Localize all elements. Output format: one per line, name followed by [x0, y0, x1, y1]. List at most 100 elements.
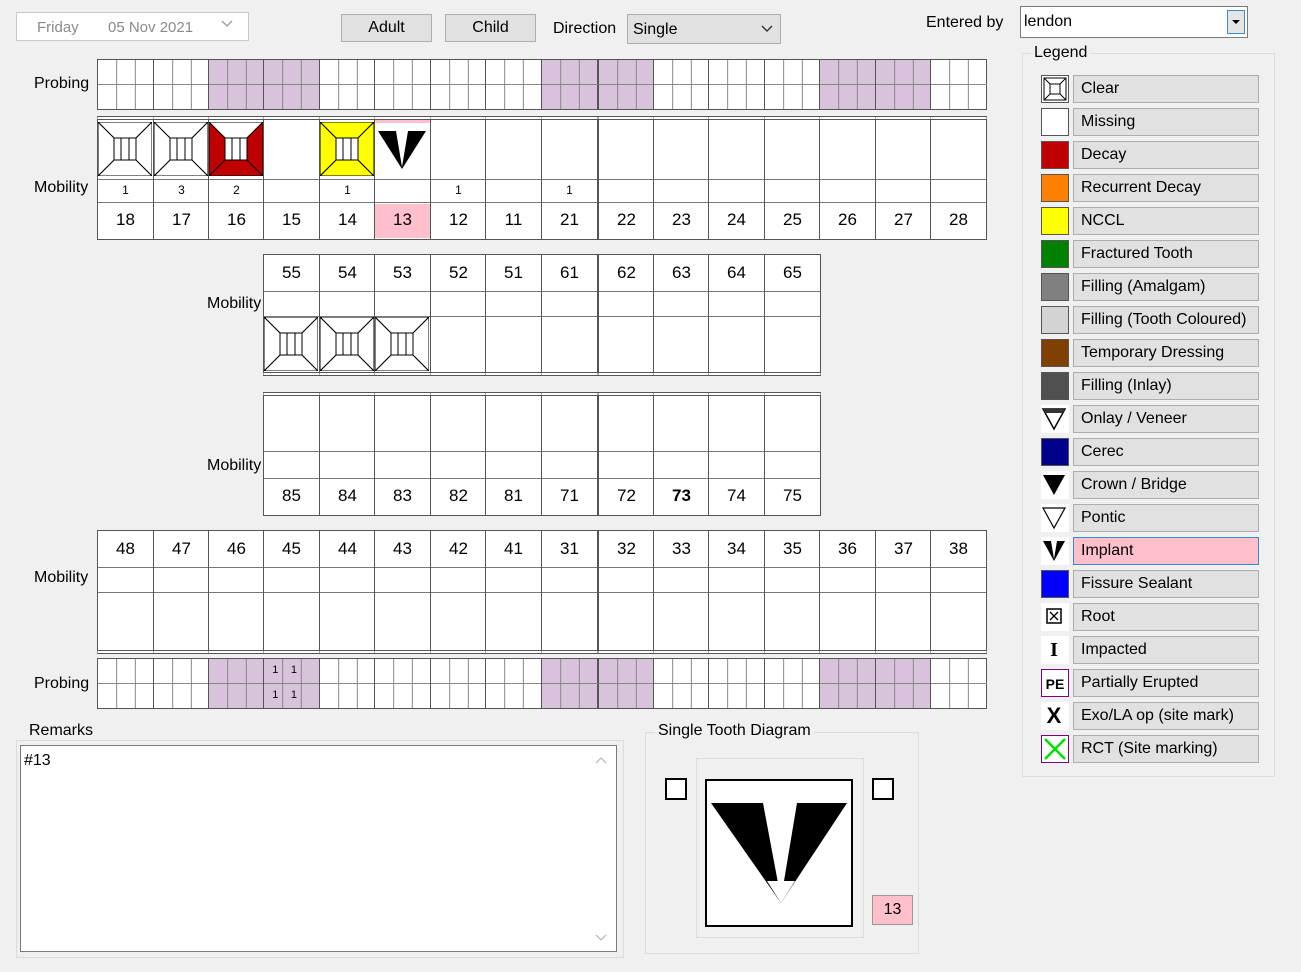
- probing-cell[interactable]: [430, 658, 487, 709]
- tooth-surface[interactable]: [709, 317, 764, 372]
- tooth-surface[interactable]: [820, 122, 875, 178]
- mobility-cell[interactable]: [599, 451, 654, 479]
- adult-button[interactable]: Adult: [341, 14, 432, 42]
- probing-cell[interactable]: [708, 658, 765, 709]
- mobility-cell[interactable]: 1: [320, 179, 375, 203]
- tooth-surface[interactable]: [599, 122, 654, 178]
- mobility-cell[interactable]: [154, 567, 209, 593]
- probing-cell[interactable]: [930, 658, 987, 709]
- mobility-cell[interactable]: [765, 451, 820, 479]
- probing-cell[interactable]: [97, 59, 154, 110]
- child-tooth-column[interactable]: 61: [541, 254, 598, 376]
- legend-button-decay[interactable]: Decay: [1073, 141, 1259, 169]
- mobility-cell[interactable]: [931, 179, 986, 203]
- probing-cell[interactable]: [97, 658, 154, 709]
- tooth-column[interactable]: 43: [374, 530, 431, 654]
- legend-button-fissure[interactable]: Fissure Sealant: [1073, 570, 1259, 598]
- tooth-column[interactable]: 1 18: [97, 116, 154, 240]
- tooth-column[interactable]: 47: [153, 530, 210, 654]
- probing-cell[interactable]: [208, 658, 265, 709]
- mobility-cell[interactable]: [486, 179, 541, 203]
- probing-cell[interactable]: [153, 658, 210, 709]
- tooth-column[interactable]: 42: [430, 530, 487, 654]
- tooth-surface[interactable]: [264, 317, 319, 372]
- legend-button-clear[interactable]: Clear: [1073, 75, 1259, 103]
- probing-cell[interactable]: [153, 59, 210, 110]
- tooth-column[interactable]: 44: [319, 530, 376, 654]
- date-picker[interactable]: Friday 05 Nov 2021: [16, 12, 249, 41]
- tooth-surface[interactable]: [320, 122, 375, 178]
- legend-button-missing[interactable]: Missing: [1073, 108, 1259, 136]
- tooth-surface[interactable]: [542, 317, 597, 372]
- tooth-surface[interactable]: [654, 122, 709, 178]
- legend-button-partially-erupted[interactable]: Partially Erupted: [1073, 669, 1259, 697]
- tooth-surface[interactable]: [654, 317, 709, 372]
- tooth-column[interactable]: 33: [653, 530, 710, 654]
- child-tooth-column[interactable]: 85: [263, 392, 320, 516]
- mobility-cell[interactable]: [709, 567, 764, 593]
- probing-cell[interactable]: [374, 658, 431, 709]
- legend-button-exo[interactable]: Exo/LA op (site mark): [1073, 702, 1259, 730]
- tooth-surface[interactable]: [264, 593, 319, 648]
- legend-button-implant[interactable]: Implant: [1073, 537, 1259, 565]
- tooth-column[interactable]: 28: [930, 116, 987, 240]
- mobility-cell[interactable]: [320, 567, 375, 593]
- child-tooth-column[interactable]: 63: [653, 254, 710, 376]
- mobility-cell[interactable]: [486, 567, 541, 593]
- tooth-surface[interactable]: [542, 593, 597, 648]
- tooth-surface[interactable]: [765, 317, 820, 372]
- probing-cell[interactable]: [485, 59, 542, 110]
- surface-left-checkbox[interactable]: [665, 778, 687, 800]
- direction-select[interactable]: Single: [627, 14, 781, 44]
- tooth-surface[interactable]: [765, 122, 820, 178]
- scroll-down-icon[interactable]: [594, 932, 608, 944]
- mobility-cell[interactable]: [209, 567, 264, 593]
- dropdown-button[interactable]: [1227, 10, 1245, 34]
- tooth-surface[interactable]: [931, 593, 986, 648]
- tooth-surface[interactable]: [375, 317, 430, 372]
- mobility-cell[interactable]: 1: [431, 179, 486, 203]
- tooth-surface[interactable]: [709, 122, 764, 178]
- legend-button-impacted[interactable]: Impacted: [1073, 636, 1259, 664]
- child-tooth-column[interactable]: 55: [263, 254, 320, 376]
- mobility-cell[interactable]: [375, 291, 430, 317]
- mobility-cell[interactable]: 1: [542, 179, 597, 203]
- mobility-cell[interactable]: 1: [98, 179, 153, 203]
- legend-button-temp-dressing[interactable]: Temporary Dressing: [1073, 339, 1259, 367]
- mobility-cell[interactable]: 2: [209, 179, 264, 203]
- mobility-cell[interactable]: [654, 567, 709, 593]
- probing-cell[interactable]: [374, 59, 431, 110]
- scroll-up-icon[interactable]: [594, 754, 608, 766]
- tooth-column[interactable]: 2 16: [208, 116, 265, 240]
- child-tooth-column[interactable]: 83: [374, 392, 431, 516]
- probing-cell[interactable]: [819, 658, 876, 709]
- probing-cell[interactable]: [598, 658, 655, 709]
- mobility-cell[interactable]: [709, 179, 764, 203]
- probing-cell[interactable]: [263, 59, 320, 110]
- probing-cell[interactable]: [485, 658, 542, 709]
- mobility-cell[interactable]: [375, 567, 430, 593]
- tooth-column[interactable]: 45: [263, 530, 320, 654]
- legend-button-pontic[interactable]: Pontic: [1073, 504, 1259, 532]
- tooth-surface[interactable]: [431, 122, 486, 178]
- tooth-column[interactable]: 31: [541, 530, 598, 654]
- mobility-cell[interactable]: [431, 567, 486, 593]
- tooth-column[interactable]: 13: [374, 116, 431, 240]
- child-tooth-column[interactable]: 73: [653, 392, 710, 516]
- legend-button-fractured[interactable]: Fractured Tooth: [1073, 240, 1259, 268]
- legend-button-nccl[interactable]: NCCL: [1073, 207, 1259, 235]
- mobility-cell[interactable]: [599, 567, 654, 593]
- tooth-surface[interactable]: [375, 593, 430, 648]
- probing-cell[interactable]: [875, 59, 932, 110]
- tooth-surface[interactable]: [654, 593, 709, 648]
- tooth-column[interactable]: 46: [208, 530, 265, 654]
- child-tooth-column[interactable]: 75: [764, 392, 821, 516]
- tooth-surface[interactable]: [320, 593, 375, 648]
- tooth-surface[interactable]: [486, 593, 541, 648]
- tooth-surface[interactable]: [209, 593, 264, 648]
- tooth-surface[interactable]: [486, 122, 541, 178]
- child-tooth-column[interactable]: 54: [319, 254, 376, 376]
- tooth-surface[interactable]: [876, 593, 931, 648]
- probing-cell[interactable]: [708, 59, 765, 110]
- probing-cell[interactable]: [319, 59, 376, 110]
